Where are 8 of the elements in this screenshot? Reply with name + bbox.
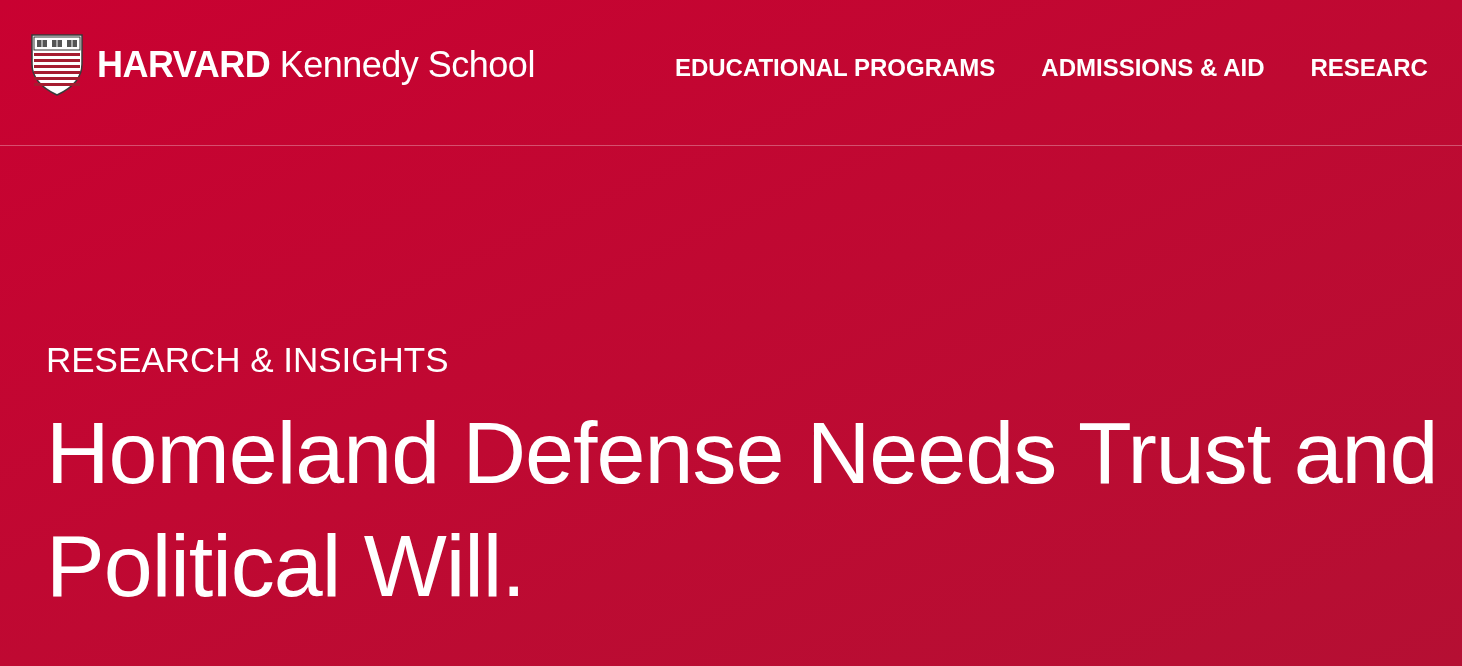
nav-link[interactable]: EDUCATIONAL PROGRAMS (674, 53, 996, 83)
article-headline: Homeland Defense Needs Trust and Political Will. (46, 402, 1439, 617)
nav-link[interactable]: RESEARC (1310, 53, 1428, 83)
nav-link[interactable]: ADMISSIONS & AID (1041, 53, 1265, 83)
shield-icon (30, 34, 84, 96)
section-eyebrow: RESEARCH & INSIGHTS (46, 340, 450, 380)
school-logo[interactable]: HARVARD Kennedy School (30, 34, 535, 96)
logo-wordmark: HARVARD Kennedy School (97, 47, 535, 83)
